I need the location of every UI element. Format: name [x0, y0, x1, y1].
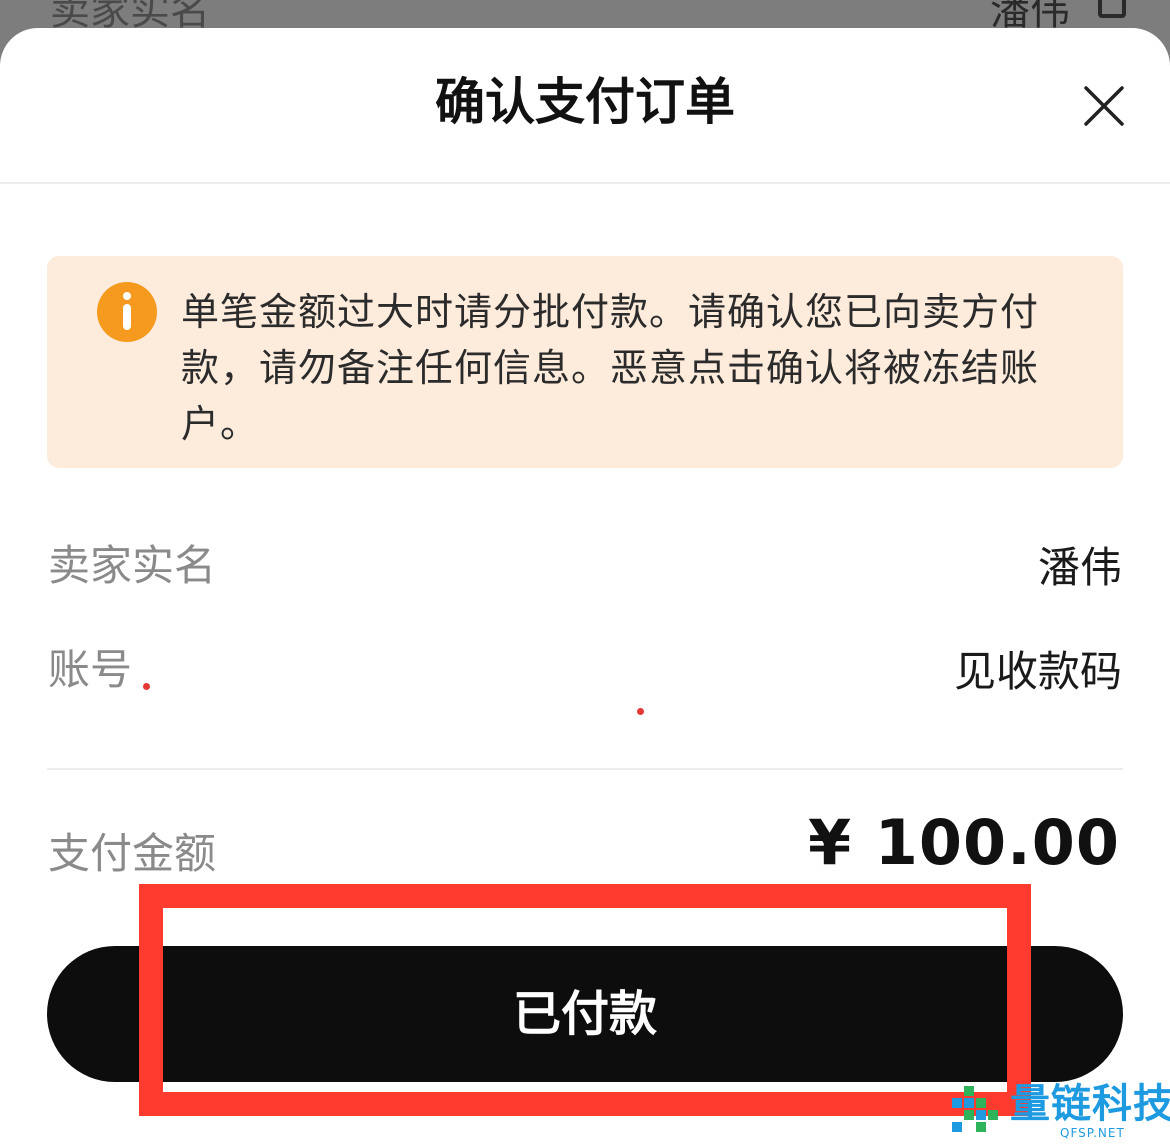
account-value: 见收款码 [953, 647, 1122, 696]
watermark-logo-icon [952, 1086, 998, 1132]
info-icon [97, 282, 157, 342]
watermark: 量链科技 QFSP.NET [950, 1080, 1170, 1144]
warning-notice-text: 单笔金额过大时请分批付款。请确认您已向卖方付款，请勿备注任何信息。恶意点击确认将… [181, 290, 1040, 446]
paid-button[interactable]: 已付款 [47, 946, 1123, 1082]
payment-amount-value: ¥ 100.00 [808, 806, 1120, 879]
close-button[interactable] [1082, 84, 1126, 128]
seller-name-value: 潘伟 [1037, 543, 1122, 592]
seller-name-label: 卖家实名 [48, 541, 217, 590]
watermark-brand: 量链科技 [1010, 1081, 1170, 1127]
sheet-title: 确认支付订单 [435, 73, 735, 131]
sheet-header: 确认支付订单 [0, 28, 1170, 184]
red-dot-marker [143, 683, 150, 690]
red-dot-marker [637, 708, 644, 715]
close-icon [1084, 86, 1124, 126]
payment-amount-label: 支付金额 [48, 829, 217, 878]
watermark-domain: QFSP.NET [1060, 1126, 1125, 1140]
confirm-payment-sheet: 确认支付订单 单笔金额过大时请分批付款。请确认您已向卖方付款，请勿备注任何信息。… [0, 28, 1170, 1144]
warning-notice: 单笔金额过大时请分批付款。请确认您已向卖方付款，请勿备注任何信息。恶意点击确认将… [47, 256, 1123, 468]
account-label: 账号 [48, 645, 133, 694]
copy-icon [1098, 0, 1126, 18]
divider [47, 768, 1123, 770]
